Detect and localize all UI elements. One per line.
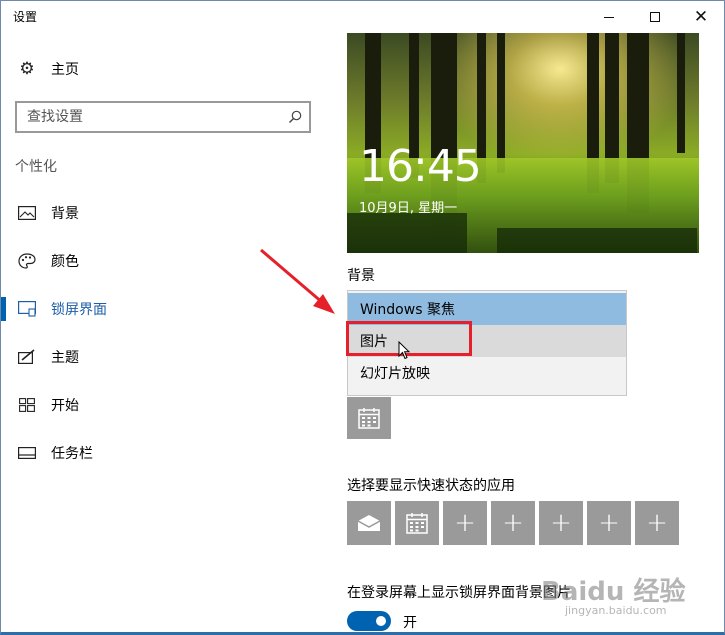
lock-screen-icon [18,301,36,317]
taskbar-icon [18,445,36,461]
signin-background-label: 在登录屏幕上显示锁屏界面背景图片 [347,585,571,601]
sidebar-item-label: 颜色 [51,254,79,270]
plus-icon: + [598,508,620,538]
calendar-icon [358,408,380,429]
search-input[interactable] [27,109,277,125]
option-label: Windows 聚焦 [360,302,455,318]
nav-home-label: 主页 [51,62,79,78]
mouse-cursor-icon [398,341,411,360]
picture-icon [18,205,36,221]
sidebar-item-background[interactable]: 背景 [1,191,321,235]
lock-screen-preview: 16:45 10月9日, 星期一 [347,33,699,253]
sidebar-item-colors[interactable]: 颜色 [1,239,321,283]
theme-icon [18,349,36,365]
search-box[interactable] [15,101,311,133]
add-app-button[interactable]: + [539,501,583,545]
plus-icon: + [550,508,572,538]
signin-background-toggle[interactable] [347,611,391,631]
nav-home[interactable]: ⚙ 主页 [17,59,79,79]
search-icon[interactable] [287,109,303,125]
sidebar-item-label: 背景 [51,206,79,222]
title-bar: 设置 ✕ [1,1,724,33]
sidebar-item-label: 开始 [51,398,79,414]
sidebar-item-themes[interactable]: 主题 [1,335,321,379]
gear-icon: ⚙ [19,59,35,79]
sidebar-item-start[interactable]: 开始 [1,383,321,427]
toggle-knob [376,616,386,626]
toggle-state-label: 开 [403,615,417,631]
mail-icon [357,515,381,531]
plus-icon: + [502,508,524,538]
sidebar-item-lock-screen[interactable]: 锁屏界面 [1,287,321,331]
window-title: 设置 [13,10,38,24]
sidebar-item-label: 锁屏界面 [51,302,107,318]
calendar-app-tile[interactable] [395,501,439,545]
add-app-button[interactable]: + [635,501,679,545]
sidebar-item-label: 主题 [51,350,79,366]
calendar-icon [406,513,428,534]
quick-status-label: 选择要显示快速状态的应用 [347,478,515,494]
background-label: 背景 [347,268,375,284]
baidu-watermark: Baidu 经验 jingyan.baidu.com [541,571,685,617]
add-app-button[interactable]: + [587,501,631,545]
option-label: 幻灯片放映 [360,366,430,382]
maximize-icon [650,12,660,22]
minimize-icon [604,16,614,18]
start-icon [18,397,36,413]
maximize-button[interactable] [632,1,678,33]
section-heading: 个性化 [15,159,57,175]
option-slideshow[interactable]: 幻灯片放映 [348,357,626,389]
close-button[interactable]: ✕ [678,1,724,33]
plus-icon: + [454,508,476,538]
mail-app-tile[interactable] [347,501,391,545]
close-icon: ✕ [693,7,709,27]
sidebar-item-taskbar[interactable]: 任务栏 [1,431,321,475]
sidebar-item-label: 任务栏 [51,446,93,462]
add-app-button[interactable]: + [443,501,487,545]
plus-icon: + [646,508,668,538]
calendar-app-tile[interactable] [347,397,391,439]
minimize-button[interactable] [586,1,632,33]
add-app-button[interactable]: + [491,501,535,545]
preview-time: 16:45 [359,141,482,192]
active-indicator [1,297,6,321]
palette-icon [18,253,36,269]
watermark-brand: Baidu 经验 [541,577,686,607]
settings-window: 设置 ✕ ⚙ 主页 个性化 背景 颜色 锁屏界面 [0,0,725,635]
preview-date: 10月9日, 星期一 [359,201,458,216]
